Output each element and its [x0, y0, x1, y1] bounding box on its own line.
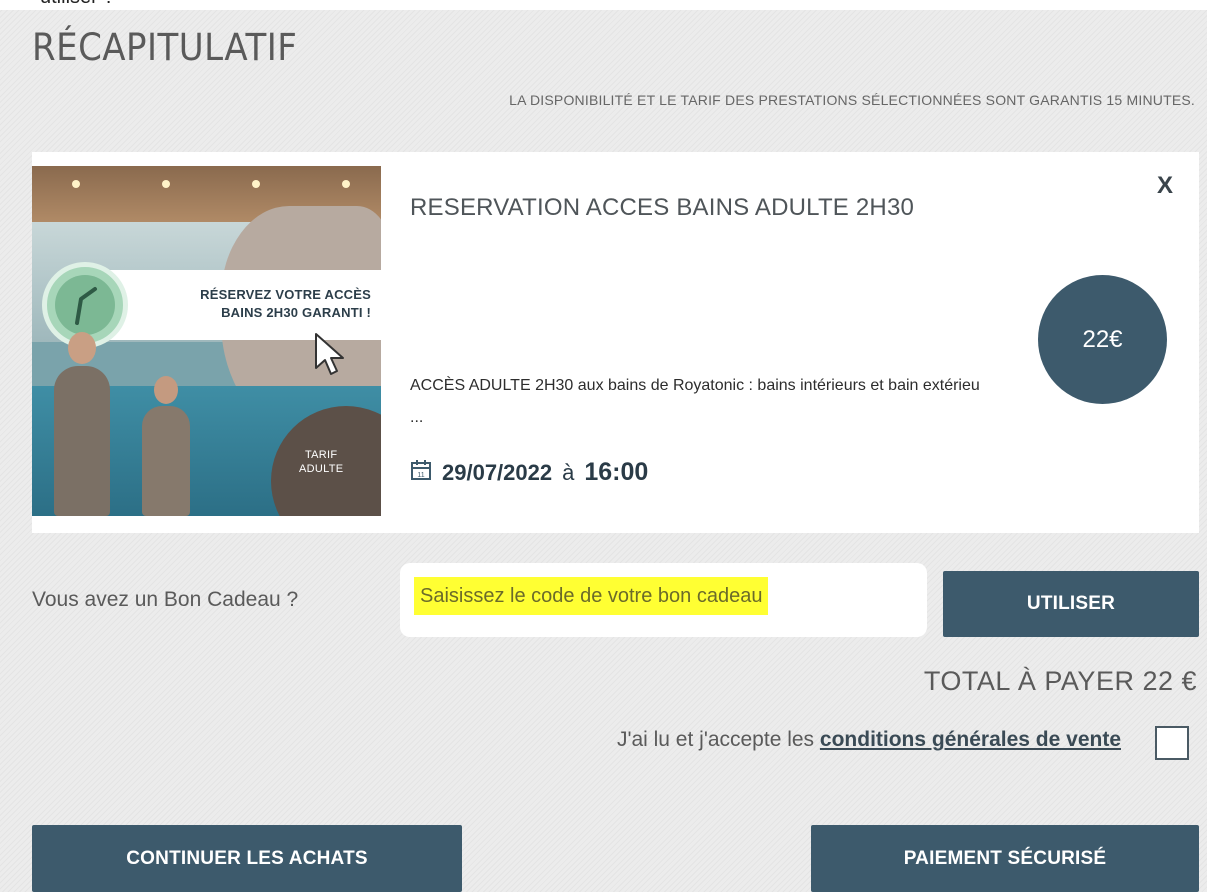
page-title: RÉCAPITULATIF [32, 26, 298, 69]
svg-text:11: 11 [417, 472, 424, 479]
price-badge: 22€ [1038, 275, 1167, 404]
terms-link[interactable]: conditions générales de vente [820, 728, 1121, 751]
promo-banner-line2: BAINS 2H30 GARANTI ! [221, 304, 371, 320]
cursor-icon [314, 332, 346, 381]
booking-time: 16:00 [584, 458, 649, 486]
date-time-separator: à [562, 459, 575, 485]
terms-checkbox[interactable] [1155, 726, 1189, 760]
person-figure [142, 376, 190, 516]
booking-datetime: 11 29/07/2022 à 16:00 [410, 458, 648, 487]
product-image: RÉSERVEZ VOTRE ACCÈS BAINS 2H30 GARANTI … [32, 166, 381, 516]
person-figure [54, 332, 110, 516]
availability-notice: LA DISPONIBILITÉ ET LE TARIF DES PRESTAT… [509, 92, 1195, 108]
use-gift-button[interactable]: UTILISER [943, 571, 1199, 637]
cropped-header-text: utiliser ? [40, 0, 114, 9]
total-amount: TOTAL À PAYER 22 € [923, 666, 1197, 696]
continue-shopping-button[interactable]: CONTINUER LES ACHATS [32, 825, 462, 892]
remove-item-button[interactable]: X [1157, 172, 1173, 200]
terms-prefix: J'ai lu et j'accepte les [616, 728, 820, 751]
gift-code-input[interactable]: Saisissez le code de votre bon cadeau [400, 563, 927, 637]
gift-card-label: Vous avez un Bon Cadeau ? [32, 588, 299, 611]
price-value: 22€ [1082, 325, 1123, 353]
promo-banner-line1: RÉSERVEZ VOTRE ACCÈS [200, 287, 371, 302]
tarif-badge-line2: ADULTE [299, 463, 344, 476]
tarif-badge-line1: TARIF [304, 449, 338, 461]
gift-code-placeholder: Saisissez le code de votre bon cadeau [414, 577, 769, 615]
terms-text: J'ai lu et j'accepte les conditions géné… [617, 728, 1121, 752]
cropped-header: utiliser ? [0, 0, 1207, 10]
product-title: RESERVATION ACCES BAINS ADULTE 2H30 [410, 194, 915, 221]
booking-date: 29/07/2022 [442, 459, 553, 485]
cart-item-card: RÉSERVEZ VOTRE ACCÈS BAINS 2H30 GARANTI … [32, 152, 1199, 533]
product-description: ACCÈS ADULTE 2H30 aux bains de Royatonic… [410, 377, 980, 426]
secure-payment-button[interactable]: PAIEMENT SÉCURISÉ [811, 825, 1199, 892]
promo-banner: RÉSERVEZ VOTRE ACCÈS BAINS 2H30 GARANTI … [92, 270, 381, 340]
calendar-icon: 11 [410, 459, 432, 486]
